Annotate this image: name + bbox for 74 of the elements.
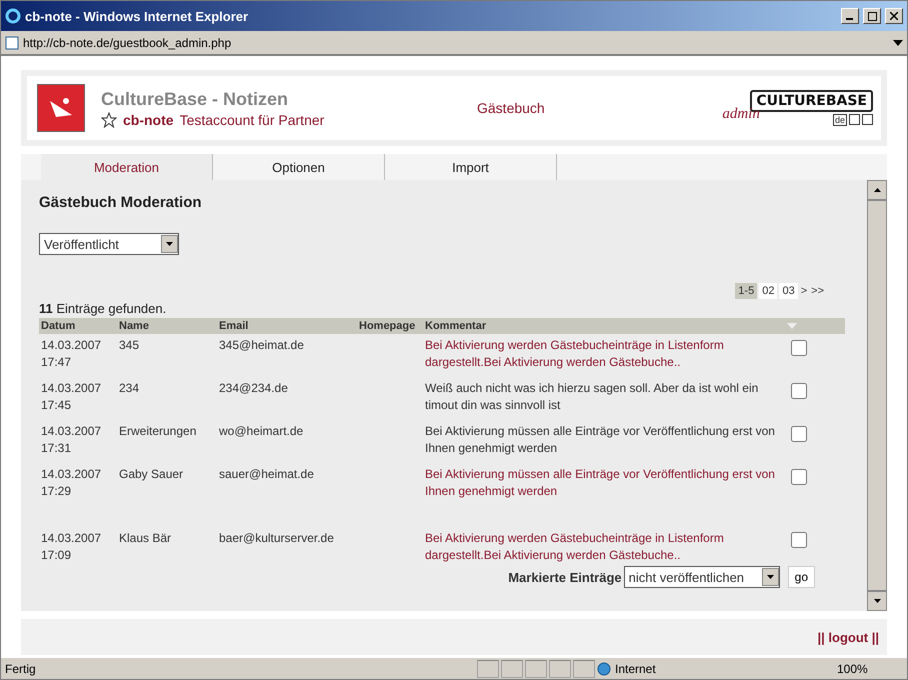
- logout-link[interactable]: || logout ||: [818, 630, 879, 644]
- globe-icon: [597, 662, 611, 676]
- page-link[interactable]: >: [800, 283, 808, 299]
- zone-text: Internet: [615, 662, 656, 676]
- filter-select[interactable]: Veröffentlicht: [39, 233, 179, 255]
- status-panel: [573, 660, 595, 678]
- row-checkbox[interactable]: [791, 532, 807, 548]
- language-button[interactable]: de: [832, 114, 847, 126]
- status-text: Fertig: [4, 662, 37, 676]
- email-cell-text: 234@234.de: [218, 380, 289, 397]
- comment-cell-text: Bei Aktivierung werden Gästebucheinträge in Listenform dargestellt.Bei Aktivierung werden Gästebuche..: [424, 337, 725, 371]
- date-cell-text: 14.03.2007 17:09: [40, 530, 102, 564]
- maximize-icon: [868, 12, 876, 20]
- star-icon: [101, 112, 117, 128]
- date-cell-text: 14.03.2007 17:45: [40, 380, 102, 414]
- caret-icon: [766, 575, 774, 579]
- name-cell-text: Klaus Bär: [118, 530, 172, 547]
- page-link[interactable]: >>: [810, 283, 825, 299]
- minimize-button[interactable]: [841, 8, 859, 24]
- column-header: Homepage: [357, 318, 423, 334]
- comment-cell-text: Bei Aktivierung müssen alle Einträge vor Veröffentlichung erst von Ihnen genehmigt werden: [424, 466, 776, 500]
- row-checkbox[interactable]: [791, 340, 807, 356]
- column-header: Datum: [39, 318, 117, 334]
- app-name: cb-note: [123, 112, 174, 128]
- maximize-button[interactable]: [863, 8, 881, 24]
- email-cell-text: sauer@heimat.de: [218, 466, 315, 483]
- status-panel: [549, 660, 571, 678]
- scroll-up-button[interactable]: [867, 180, 887, 200]
- address-bar[interactable]: http://cb-note.de/guestbook_admin.php: [1, 31, 907, 56]
- email-cell-text: 345@heimat.de: [218, 337, 305, 354]
- scroll-down-button[interactable]: [867, 591, 887, 611]
- name-cell-text: 345: [118, 337, 140, 354]
- status-panel: [477, 660, 499, 678]
- status-panel: [501, 660, 523, 678]
- comment-cell-text: Weiß auch nicht was ich hierzu sagen soll. Aber da ist wohl ein timout din was sinnvoll ist: [424, 380, 760, 414]
- column-header: Email: [217, 318, 357, 334]
- close-button[interactable]: [885, 8, 903, 24]
- name-cell-text: Gaby Sauer: [118, 466, 184, 483]
- zoom-level[interactable]: 100%: [837, 662, 907, 676]
- date-cell-text: 14.03.2007 17:47: [40, 337, 102, 371]
- page-link[interactable]: 1-5: [735, 283, 758, 299]
- row-checkbox[interactable]: [791, 469, 807, 485]
- caret-icon: [874, 599, 880, 603]
- page-link[interactable]: 02: [759, 283, 778, 299]
- comment-cell-text: Bei Aktivierung müssen alle Einträge vor Veröffentlichung erst von Ihnen genehmigt werden: [424, 423, 776, 457]
- row-checkbox[interactable]: [791, 383, 807, 399]
- status-panel: [525, 660, 547, 678]
- comment-cell-text: Bei Aktivierung werden Gästebucheinträge in Listenform dargestellt.Bei Aktivierung werden Gästebuche..: [424, 530, 725, 564]
- name-cell-text: Erweiterungen: [118, 423, 198, 440]
- email-cell-text: wo@heimart.de: [218, 423, 304, 440]
- row-checkbox[interactable]: [791, 426, 807, 442]
- bulk-action-select[interactable]: nicht veröffentlichen: [624, 566, 780, 588]
- logo-icon: [37, 84, 85, 132]
- address-text: http://cb-note.de/guestbook_admin.php: [23, 36, 232, 50]
- browser-logo-icon: [5, 8, 21, 24]
- page-icon: [5, 36, 19, 50]
- dropdown-icon[interactable]: [893, 40, 903, 46]
- date-cell-text: 14.03.2007 17:29: [40, 466, 102, 500]
- page-heading: Gästebuch Moderation: [39, 194, 203, 211]
- column-header: Name: [117, 318, 217, 334]
- account-name: Testaccount für Partner: [180, 112, 324, 128]
- bulk-label: Markierte Einträge: [508, 570, 622, 584]
- date-cell-text: 14.03.2007 17:31: [40, 423, 102, 457]
- go-button[interactable]: go: [788, 566, 815, 588]
- site-title: CultureBase - Notizen: [101, 88, 290, 110]
- caret-icon: [874, 188, 880, 192]
- window-title: cb-note - Windows Internet Explorer: [25, 8, 250, 24]
- caret-icon: [166, 242, 173, 246]
- email-cell-text: baer@kulturserver.de: [218, 530, 335, 547]
- page-link[interactable]: 03: [779, 283, 798, 299]
- name-cell-text: 234: [118, 380, 140, 397]
- tab[interactable]: Moderation: [41, 154, 213, 180]
- result-count: 11 Einträge gefunden.: [39, 301, 168, 316]
- column-header: Kommentar: [423, 318, 785, 334]
